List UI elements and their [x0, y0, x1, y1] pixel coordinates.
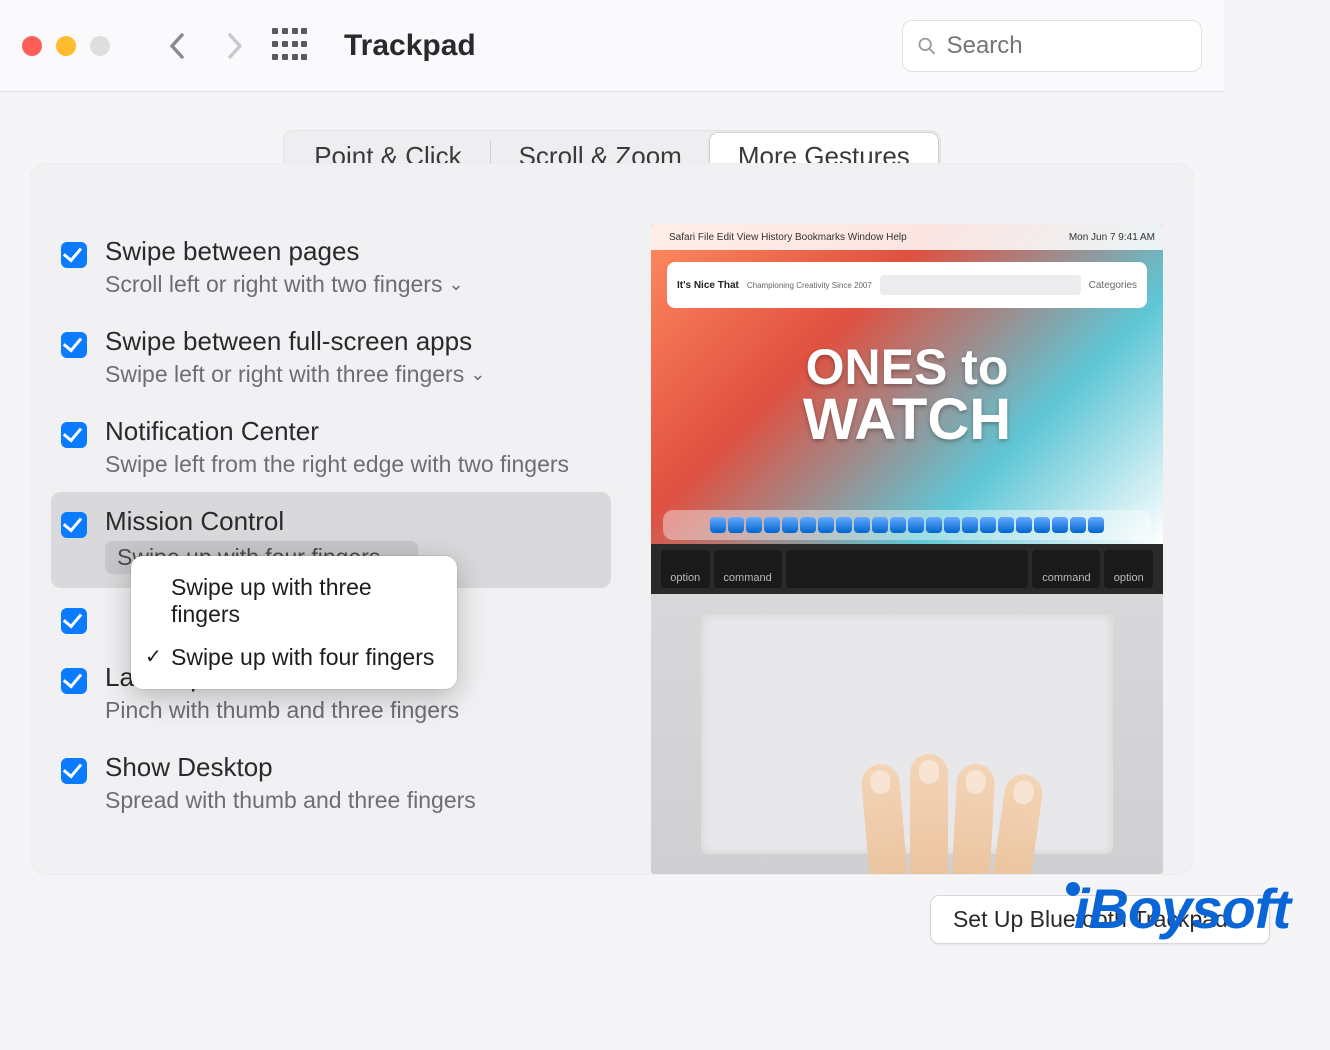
search-icon — [917, 35, 937, 57]
forward-button[interactable] — [216, 28, 252, 64]
gesture-preview: Safari File Edit View History Bookmarks … — [651, 224, 1163, 874]
checkbox[interactable] — [61, 422, 87, 448]
preview-dock — [663, 510, 1151, 540]
dropdown-option[interactable]: Swipe up with three fingers — [131, 566, 457, 636]
gesture-settings: Swipe between pages Scroll left or right… — [31, 204, 631, 874]
preview-trackpad — [651, 594, 1163, 874]
setting-title: Swipe between full-screen apps — [105, 326, 485, 357]
preview-fingers — [866, 744, 1066, 874]
back-button[interactable] — [160, 28, 196, 64]
categories-label: Categories — [1089, 280, 1137, 291]
setting-swipe-pages: Swipe between pages Scroll left or right… — [51, 222, 611, 312]
show-all-icon[interactable] — [272, 28, 308, 64]
key: option — [1104, 550, 1153, 588]
address-bar — [880, 275, 1081, 295]
key: command — [1032, 550, 1100, 588]
setting-title: Notification Center — [105, 416, 569, 447]
chevron-down-icon: ⌄ — [448, 274, 463, 295]
zoom-icon[interactable] — [90, 36, 110, 56]
settings-panel: Swipe between pages Scroll left or right… — [30, 163, 1194, 875]
checkbox[interactable] — [61, 668, 87, 694]
preview-safari-bar: It's Nice That Championing Creativity Si… — [667, 262, 1147, 308]
preview-headline: ONES to WATCH — [651, 344, 1163, 447]
setting-subtitle[interactable]: Swipe left or right with three fingers⌄ — [105, 361, 485, 388]
setting-notification-center: Notification Center Swipe left from the … — [51, 402, 611, 492]
window-controls — [22, 36, 110, 56]
close-icon[interactable] — [22, 36, 42, 56]
setting-show-desktop: Show Desktop Spread with thumb and three… — [51, 738, 611, 828]
checkbox[interactable] — [61, 512, 87, 538]
checkbox[interactable] — [61, 332, 87, 358]
menubar-status: Mon Jun 7 9:41 AM — [1069, 232, 1155, 243]
key-spacebar — [786, 550, 1029, 588]
dropdown-option-selected[interactable]: Swipe up with four fingers — [131, 636, 457, 679]
preview-keyboard: option command command option — [651, 544, 1163, 594]
toolbar: Trackpad — [0, 0, 1224, 92]
search-input[interactable] — [947, 32, 1187, 60]
page-title: Trackpad — [344, 29, 476, 63]
key: option — [661, 550, 710, 588]
preview-menubar: Safari File Edit View History Bookmarks … — [651, 224, 1163, 250]
checkbox[interactable] — [61, 242, 87, 268]
setting-subtitle: Spread with thumb and three fingers — [105, 787, 476, 814]
setting-subtitle: Swipe left from the right edge with two … — [105, 451, 569, 478]
checkbox[interactable] — [61, 608, 87, 634]
search-field[interactable] — [902, 20, 1202, 72]
setting-title: Swipe between pages — [105, 236, 464, 267]
chevron-down-icon: ⌄ — [470, 364, 485, 385]
preview-screen: Safari File Edit View History Bookmarks … — [651, 224, 1163, 544]
setting-title: Show Desktop — [105, 752, 476, 783]
site-logo: It's Nice That — [677, 280, 739, 291]
watermark: iBoysoft — [1060, 876, 1290, 941]
checkbox[interactable] — [61, 758, 87, 784]
setting-subtitle: Pinch with thumb and three fingers — [105, 697, 459, 724]
key: command — [714, 550, 782, 588]
setting-title: Mission Control — [105, 506, 418, 537]
setting-subtitle[interactable]: Scroll left or right with two fingers⌄ — [105, 271, 464, 298]
menubar-items: Safari File Edit View History Bookmarks … — [669, 232, 907, 243]
minimize-icon[interactable] — [56, 36, 76, 56]
setting-swipe-apps: Swipe between full-screen apps Swipe lef… — [51, 312, 611, 402]
dropdown-menu: Swipe up with three fingers Swipe up wit… — [131, 556, 457, 689]
preferences-window: Trackpad Point & Click Scroll & Zoom Mor… — [0, 0, 1224, 895]
site-tagline: Championing Creativity Since 2007 — [747, 281, 872, 290]
